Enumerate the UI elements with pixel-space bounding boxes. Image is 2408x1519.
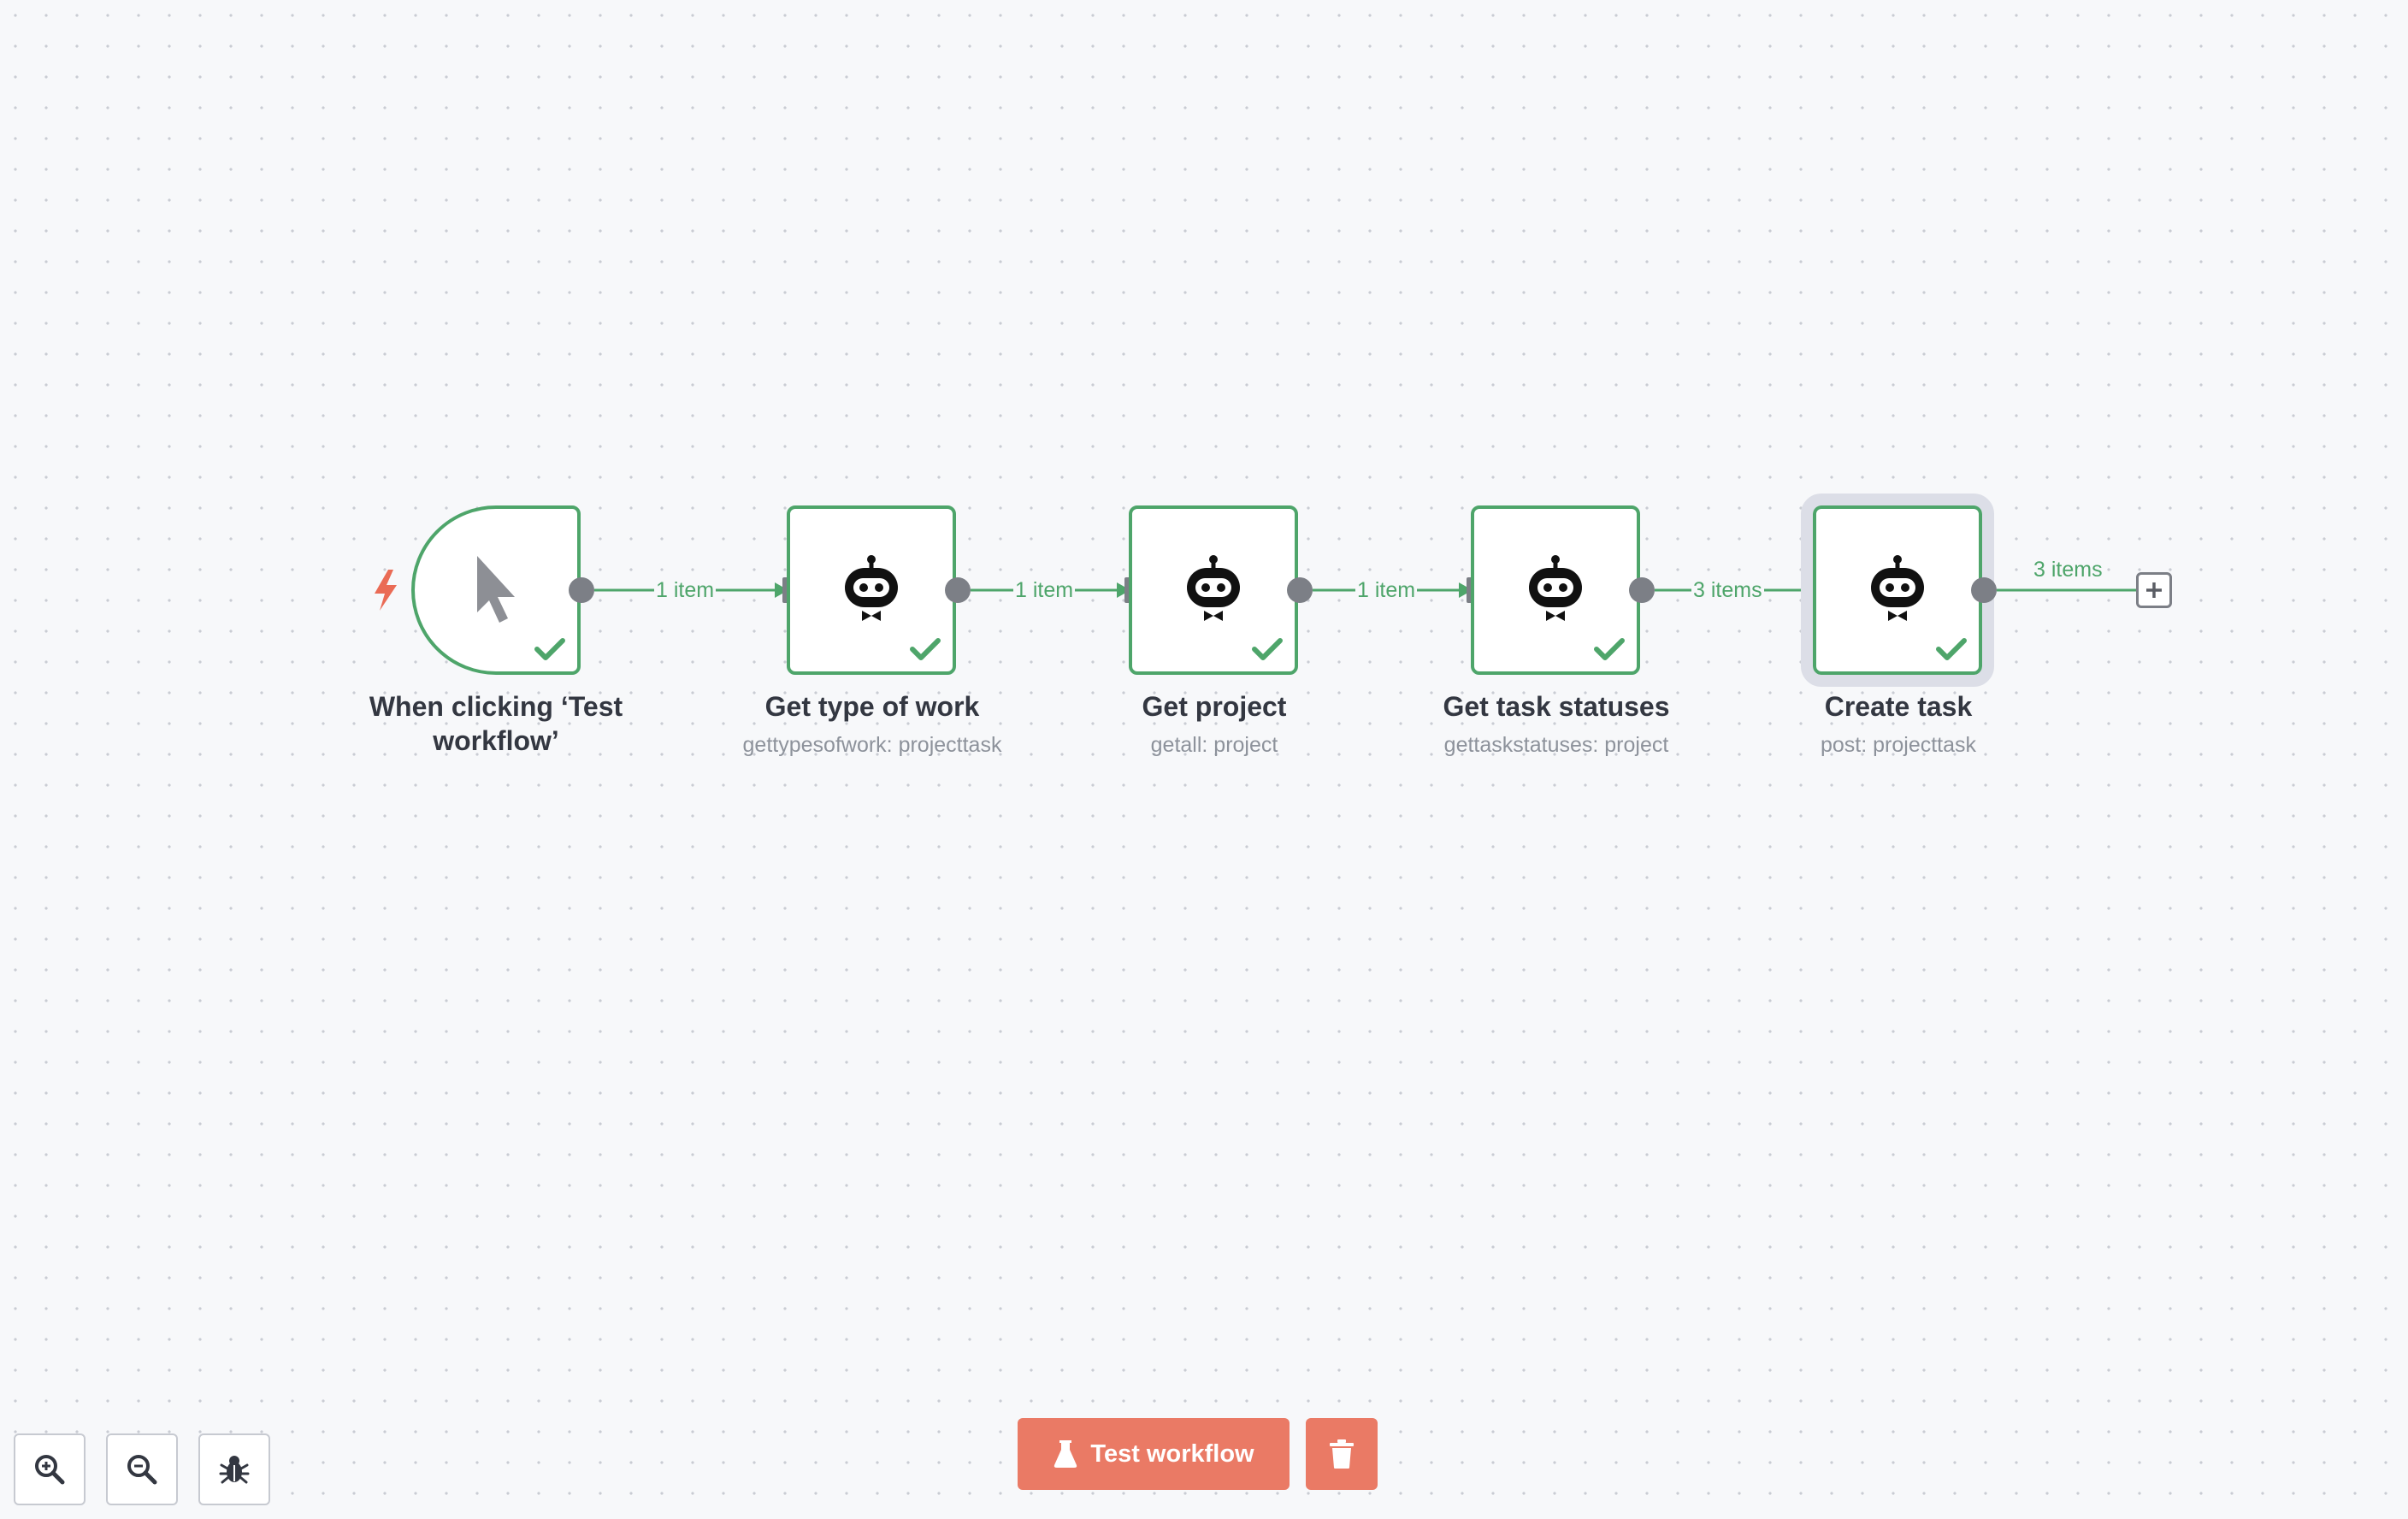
connection-3-label: 1 item [1355, 578, 1418, 602]
delete-execution-button[interactable] [1306, 1418, 1378, 1490]
node-subtitle: gettypesofwork: projecttask [742, 733, 1002, 757]
output-handle[interactable] [1971, 577, 1997, 603]
test-workflow-label: Test workflow [1090, 1439, 1254, 1468]
zoom-out-icon [127, 1455, 157, 1485]
connection-1-label: 1 item [654, 578, 717, 602]
node-manual-trigger[interactable] [411, 505, 581, 675]
success-check-icon [534, 638, 565, 660]
robot-icon [845, 555, 898, 621]
zoom-in-button[interactable] [14, 1433, 86, 1505]
node-get-type-of-work[interactable] [787, 505, 956, 675]
node-create-task[interactable] [1801, 494, 1994, 687]
output-handle[interactable] [945, 577, 971, 603]
node-title: Create task [1824, 691, 1973, 722]
success-check-icon [910, 638, 941, 660]
connection-4-label: 3 items [1691, 578, 1764, 602]
node-title: Get type of work [764, 691, 980, 722]
connection-2-label: 1 item [1013, 578, 1076, 602]
robot-icon [1187, 555, 1240, 621]
add-node-button[interactable] [2136, 572, 2172, 608]
node-title: When clicking ‘Test workflow’ [369, 691, 623, 756]
trigger-bolt-icon [375, 570, 397, 611]
robot-icon [1529, 555, 1582, 621]
robot-icon [1871, 555, 1924, 621]
node-get-task-statuses[interactable] [1471, 505, 1640, 675]
node-subtitle: post: projecttask [1820, 733, 1977, 757]
success-check-icon [1252, 638, 1283, 660]
success-check-icon [1936, 638, 1967, 660]
zoom-out-button[interactable] [106, 1433, 178, 1505]
node-subtitle: getall: project [1150, 733, 1278, 757]
zoom-in-icon [35, 1455, 65, 1485]
node-get-project[interactable] [1129, 505, 1298, 675]
output-handle[interactable] [1287, 577, 1313, 603]
workflow-canvas[interactable]: 1 item 1 item 1 item 3 items 3 items Whe… [0, 0, 2408, 1519]
test-workflow-button[interactable]: Test workflow [1018, 1418, 1290, 1490]
output-handle[interactable] [569, 577, 594, 603]
trash-icon [1330, 1439, 1354, 1469]
plus-icon [2146, 582, 2162, 598]
bug-icon [219, 1456, 250, 1484]
connections-layer [594, 582, 2136, 598]
node-title: Get task statuses [1443, 691, 1670, 722]
success-check-icon [1594, 638, 1625, 660]
node-subtitle: gettaskstatuses: project [1443, 733, 1669, 757]
debug-button[interactable] [198, 1433, 270, 1505]
output-handle[interactable] [1629, 577, 1655, 603]
flask-icon [1054, 1440, 1077, 1468]
cursor-icon [477, 556, 515, 623]
connection-5-label: 3 items [2032, 558, 2104, 582]
node-title: Get project [1142, 691, 1287, 722]
